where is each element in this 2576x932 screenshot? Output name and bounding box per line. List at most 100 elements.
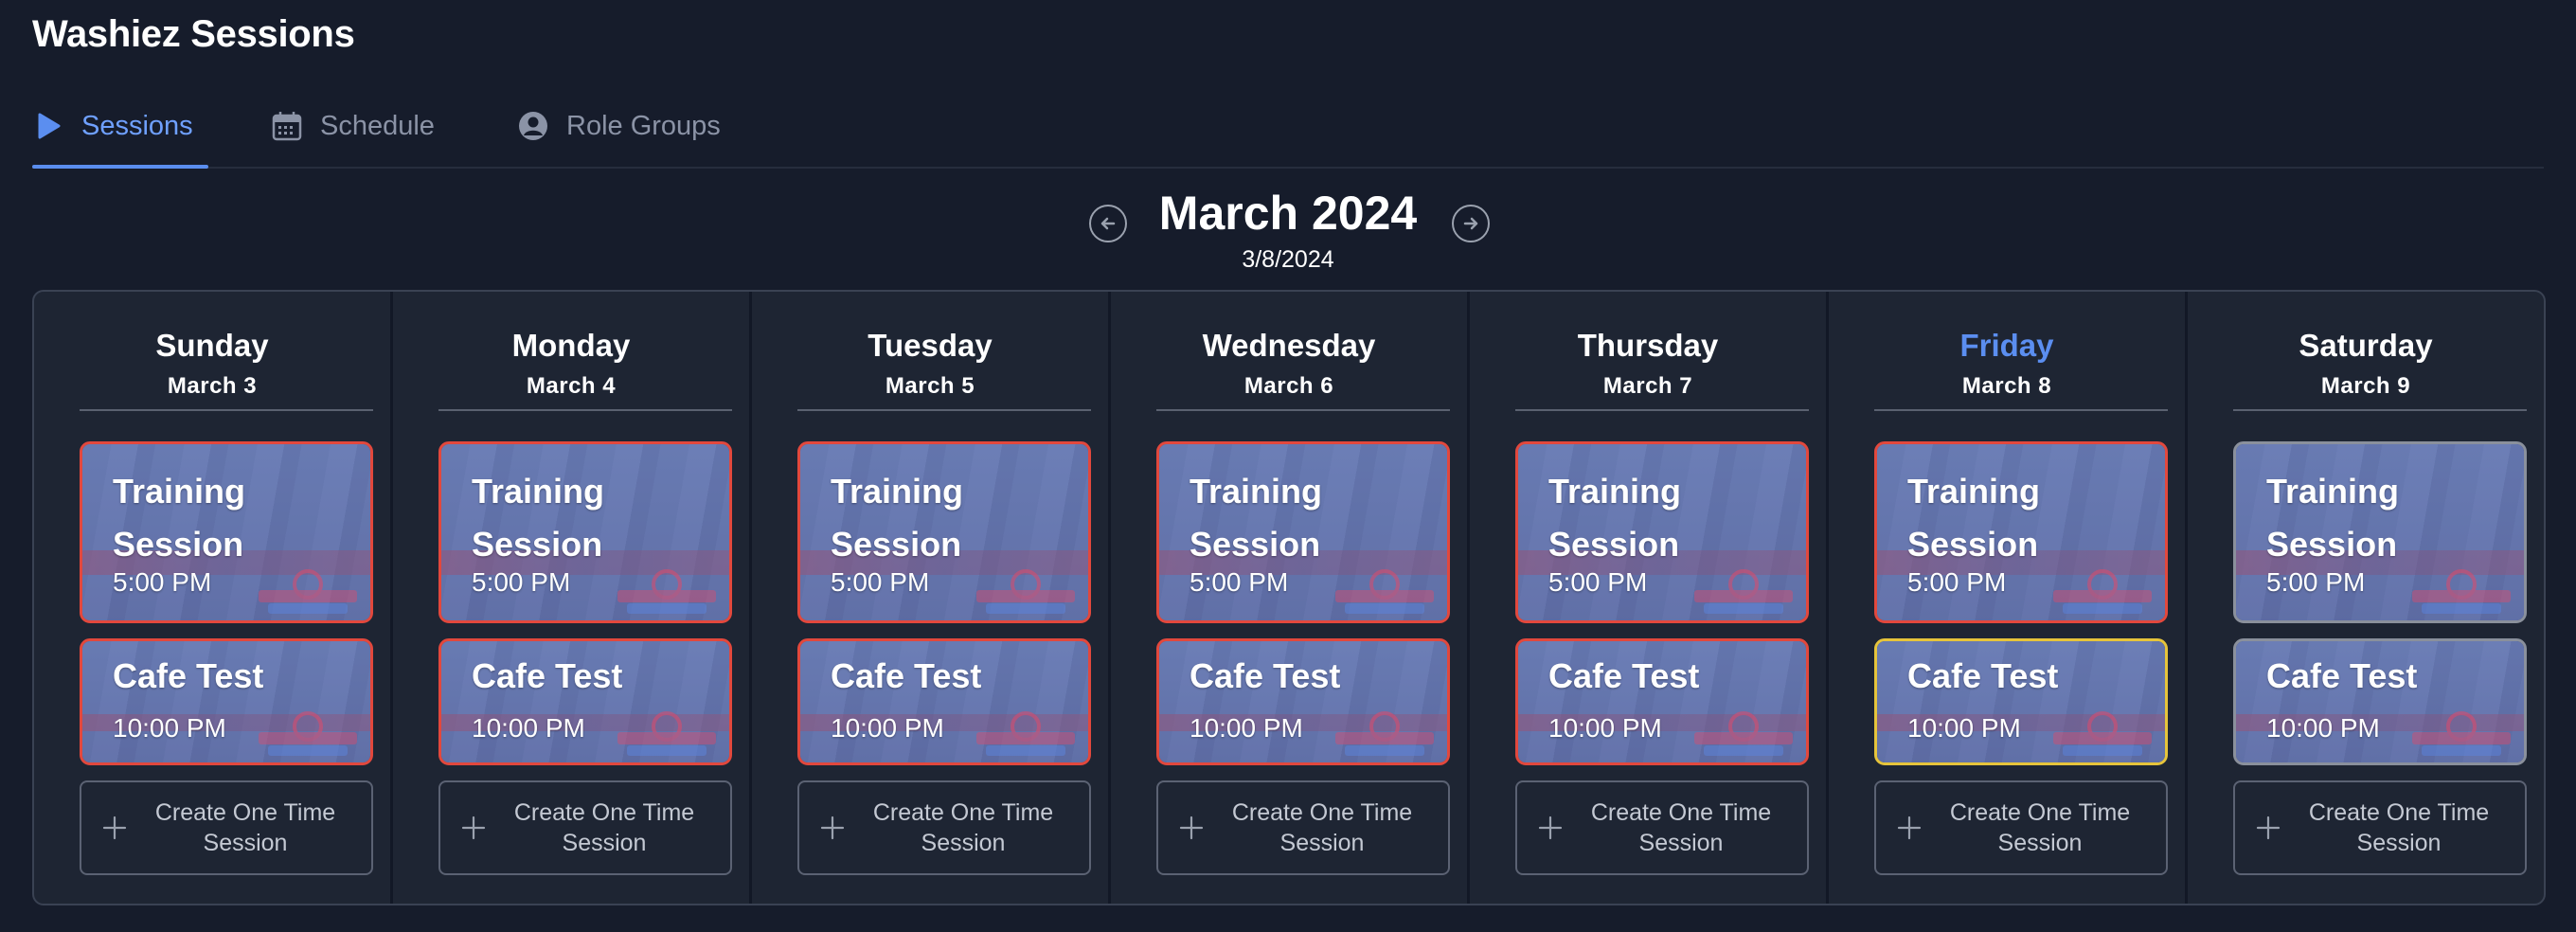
session-name: Cafe Test: [472, 656, 623, 695]
session-time: 5:00 PM: [2266, 567, 2366, 597]
calendar-icon: [271, 110, 303, 142]
create-one-time-session-button[interactable]: Create One Time Session: [1874, 780, 2168, 875]
training-center-logo: [2053, 711, 2152, 756]
selected-date: 3/8/2024: [1242, 246, 1334, 273]
create-one-time-session-button[interactable]: Create One Time Session: [2233, 780, 2527, 875]
play-icon: [32, 110, 64, 142]
create-one-time-session-button[interactable]: Create One Time Session: [438, 780, 732, 875]
session-time: 10:00 PM: [472, 713, 585, 743]
tab-sessions[interactable]: Sessions: [32, 85, 208, 169]
session-name: Training Session: [2266, 472, 2400, 564]
month-navigator: March 2024 3/8/2024: [0, 186, 2576, 280]
create-one-time-session-button[interactable]: Create One Time Session: [80, 780, 373, 875]
training-center-logo: [1335, 569, 1434, 614]
training-center-logo: [976, 711, 1075, 756]
day-name: Sunday: [155, 328, 269, 363]
session-card[interactable]: Cafe Test 10:00 PM: [797, 638, 1091, 765]
user-circle-icon: [517, 110, 549, 142]
plus-icon: [102, 816, 127, 840]
app-title: Washiez Sessions: [32, 13, 355, 55]
training-center-logo: [1335, 711, 1434, 756]
session-name: Cafe Test: [2266, 656, 2418, 695]
session-time: 10:00 PM: [1190, 713, 1303, 743]
divider: [1515, 409, 1809, 411]
day-column: Thursday March 7 Training Session 5:00 PM…: [1470, 292, 1829, 904]
tab-bar: Sessions Schedule Role Groups: [32, 85, 2544, 169]
session-name: Training Session: [1907, 472, 2041, 564]
plus-icon: [1897, 816, 1922, 840]
session-time: 5:00 PM: [472, 567, 571, 597]
day-date: March 3: [167, 373, 258, 399]
session-time: 10:00 PM: [113, 713, 226, 743]
divider: [2233, 409, 2527, 411]
session-name: Training Session: [831, 472, 964, 564]
active-tab-indicator: [32, 165, 208, 169]
training-center-logo: [976, 569, 1075, 614]
create-button-label: Create One Time Session: [872, 799, 1054, 856]
session-time: 10:00 PM: [831, 713, 944, 743]
divider: [1156, 409, 1450, 411]
session-card[interactable]: Training Session 5:00 PM: [797, 441, 1091, 623]
session-time: 10:00 PM: [1548, 713, 1662, 743]
training-center-logo: [617, 569, 716, 614]
session-card[interactable]: Cafe Test 10:00 PM: [1874, 638, 2168, 765]
day-name: Friday: [1959, 328, 2054, 363]
day-name: Tuesday: [868, 328, 993, 363]
day-name: Saturday: [2299, 328, 2433, 363]
divider: [80, 409, 373, 411]
plus-icon: [461, 816, 486, 840]
day-column: Wednesday March 6 Training Session 5:00 P…: [1111, 292, 1470, 904]
training-center-logo: [259, 569, 357, 614]
create-one-time-session-button[interactable]: Create One Time Session: [1156, 780, 1450, 875]
create-button-label: Create One Time Session: [1231, 799, 1413, 856]
create-button-label: Create One Time Session: [2308, 799, 2490, 856]
day-column: Sunday March 3 Training Session 5:00 PM C…: [34, 292, 393, 904]
training-center-logo: [617, 711, 716, 756]
session-time: 5:00 PM: [1190, 567, 1289, 597]
session-time: 5:00 PM: [831, 567, 930, 597]
training-center-logo: [2412, 711, 2511, 756]
create-button-label: Create One Time Session: [1590, 799, 1772, 856]
session-card[interactable]: Training Session 5:00 PM: [438, 441, 732, 623]
divider: [1874, 409, 2168, 411]
day-date: March 9: [2320, 373, 2411, 399]
training-center-logo: [1694, 569, 1793, 614]
create-one-time-session-button[interactable]: Create One Time Session: [1515, 780, 1809, 875]
day-date: March 5: [885, 373, 975, 399]
tab-label: Sessions: [81, 110, 193, 141]
session-name: Training Session: [113, 472, 246, 564]
session-time: 5:00 PM: [113, 567, 212, 597]
session-card[interactable]: Cafe Test 10:00 PM: [2233, 638, 2527, 765]
training-center-logo: [2412, 569, 2511, 614]
session-card[interactable]: Training Session 5:00 PM: [1515, 441, 1809, 623]
session-time: 5:00 PM: [1907, 567, 2007, 597]
session-time: 10:00 PM: [2266, 713, 2380, 743]
session-card[interactable]: Cafe Test 10:00 PM: [80, 638, 373, 765]
plus-icon: [2256, 816, 2281, 840]
session-time: 10:00 PM: [1907, 713, 2021, 743]
day-date: March 7: [1602, 373, 1693, 399]
day-date: March 4: [526, 373, 617, 399]
session-name: Cafe Test: [1907, 656, 2059, 695]
month-title: March 2024: [1158, 187, 1418, 240]
session-name: Training Session: [1190, 472, 1323, 564]
create-one-time-session-button[interactable]: Create One Time Session: [797, 780, 1091, 875]
session-card[interactable]: Cafe Test 10:00 PM: [1515, 638, 1809, 765]
tab-schedule[interactable]: Schedule: [271, 85, 435, 167]
session-card[interactable]: Training Session 5:00 PM: [1874, 441, 2168, 623]
session-card[interactable]: Training Session 5:00 PM: [1156, 441, 1450, 623]
session-time: 5:00 PM: [1548, 567, 1648, 597]
plus-icon: [1179, 816, 1204, 840]
session-card[interactable]: Training Session 5:00 PM: [2233, 441, 2527, 623]
week-calendar: Sunday March 3 Training Session 5:00 PM C…: [32, 290, 2546, 905]
session-card[interactable]: Cafe Test 10:00 PM: [438, 638, 732, 765]
divider: [797, 409, 1091, 411]
create-button-label: Create One Time Session: [154, 799, 336, 856]
next-month-button[interactable]: [1452, 205, 1490, 242]
day-name: Thursday: [1577, 328, 1719, 363]
session-name: Cafe Test: [831, 656, 982, 695]
tab-role-groups[interactable]: Role Groups: [517, 85, 721, 167]
plus-icon: [1538, 816, 1563, 840]
session-card[interactable]: Training Session 5:00 PM: [80, 441, 373, 623]
session-card[interactable]: Cafe Test 10:00 PM: [1156, 638, 1450, 765]
